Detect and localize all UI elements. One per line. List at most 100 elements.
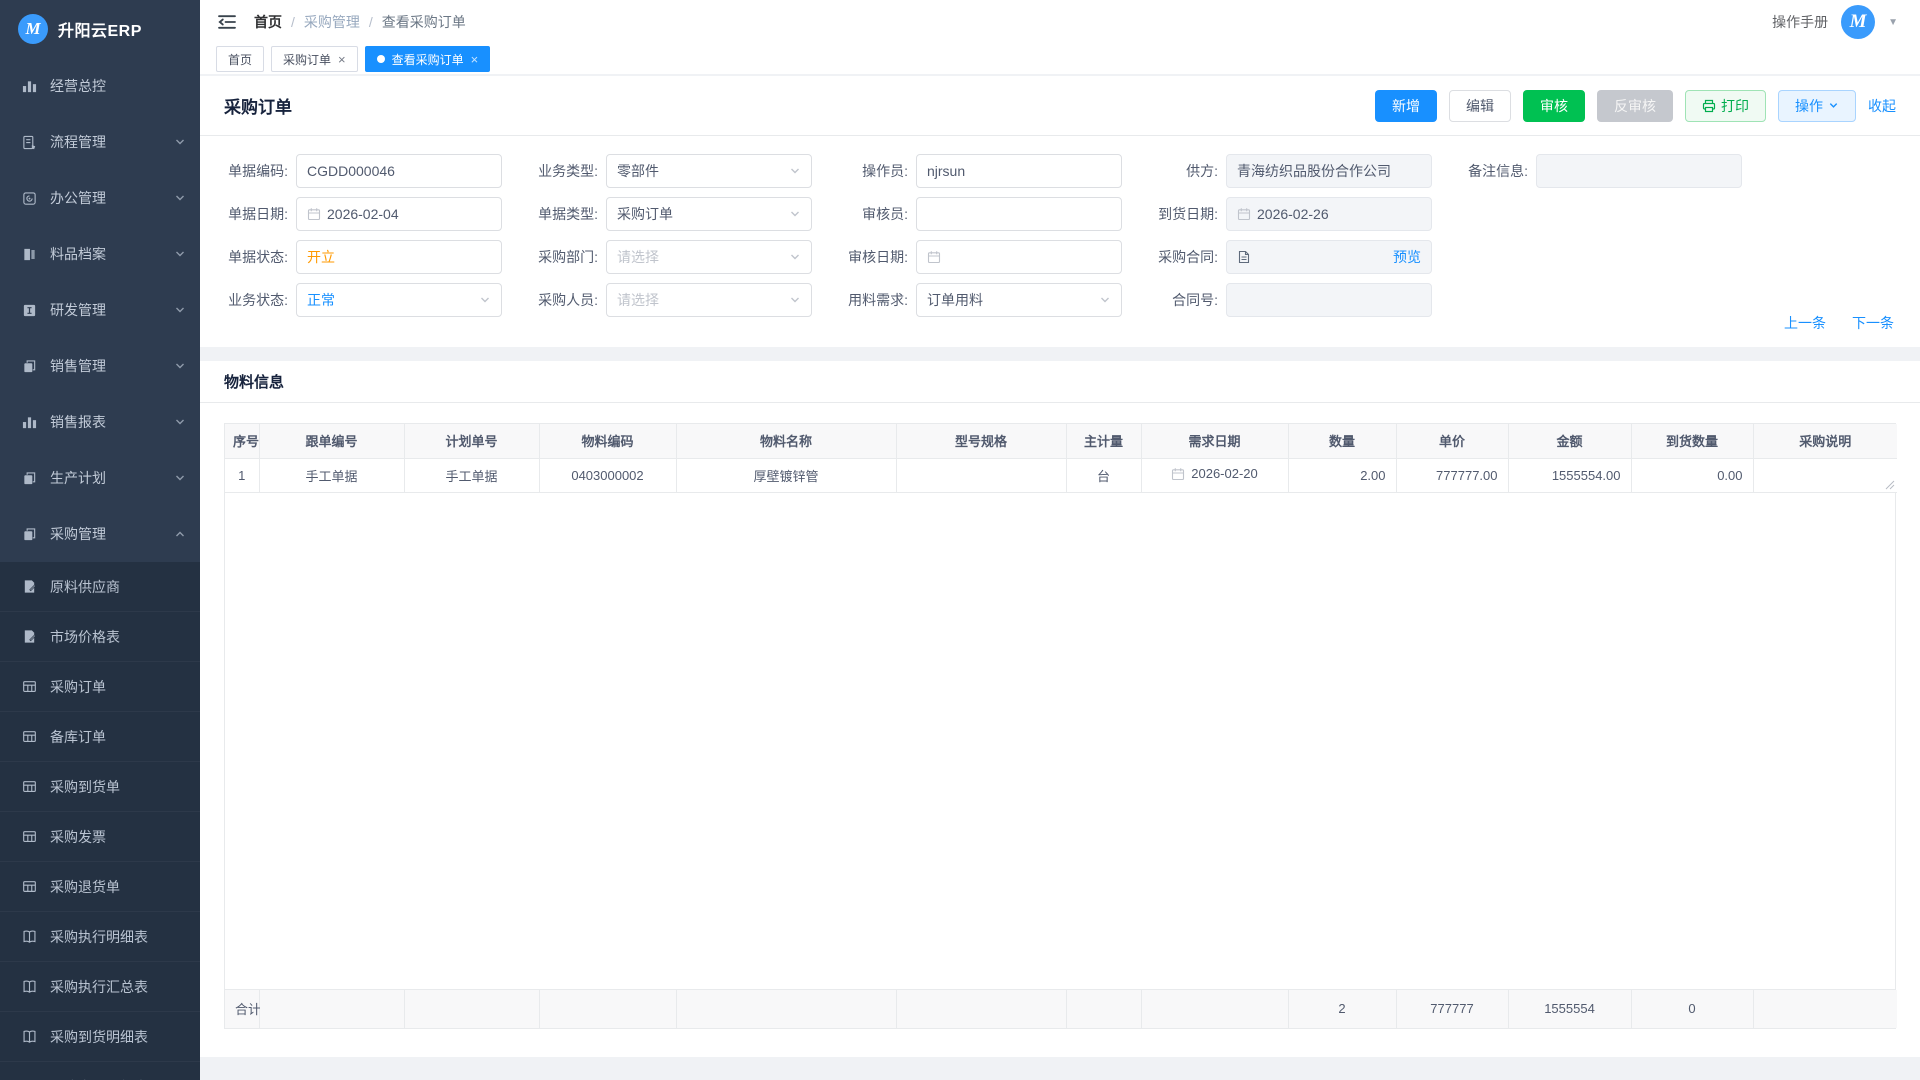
materials-title: 物料信息 xyxy=(200,361,1920,403)
sidebar-item-purchase-return[interactable]: 采购退货单 xyxy=(0,862,200,912)
doc-code-input[interactable]: CGDD000046 xyxy=(296,154,502,188)
audit-date-input[interactable] xyxy=(916,240,1122,274)
close-icon[interactable]: × xyxy=(338,53,346,66)
field-doc-date-label: 单据日期: xyxy=(224,204,296,224)
field-purchase-dept: 采购部门: 请选择 xyxy=(534,240,812,274)
sidebar-item-raw-supplier[interactable]: 原料供应商 xyxy=(0,562,200,612)
arrival-date-input[interactable]: 2026-02-26 xyxy=(1226,197,1432,231)
calendar-icon xyxy=(307,207,321,221)
office-icon xyxy=(21,190,37,206)
table-row[interactable]: 1手工单据手工单据0403000002厚壁镀锌管台2026-02-202.007… xyxy=(225,458,1897,492)
field-doc-code-label: 单据编码: xyxy=(224,161,296,181)
total-cell: 合计 xyxy=(225,990,259,1028)
next-record-link[interactable]: 下一条 xyxy=(1852,313,1894,333)
doc-status-input[interactable]: 开立 xyxy=(296,240,502,274)
cell-seq: 1 xyxy=(225,458,259,492)
prev-record-link[interactable]: 上一条 xyxy=(1784,313,1826,333)
resize-handle-icon[interactable] xyxy=(1885,480,1895,490)
purchase-staff-input[interactable]: 请选择 xyxy=(606,283,812,317)
chevron-down-icon xyxy=(174,136,186,148)
operator-input[interactable]: njrsun xyxy=(916,154,1122,188)
avatar[interactable]: M xyxy=(1841,5,1875,39)
doc-type-input[interactable]: 采购订单 xyxy=(606,197,812,231)
field-material-demand-label: 用料需求: xyxy=(844,290,916,310)
sidebar-item-purchase-exec-detail[interactable]: 采购执行明细表 xyxy=(0,912,200,962)
chevron-down-icon[interactable]: ▼ xyxy=(1888,17,1898,28)
sidebar-item-purchase-exec-summary[interactable]: 采购执行汇总表 xyxy=(0,962,200,1012)
sidebar-item-rd-mgmt[interactable]: 研发管理 xyxy=(0,282,200,338)
doc-date-input[interactable]: 2026-02-04 xyxy=(296,197,502,231)
sidebar-item-purchase-invoice[interactable]: 采购发票 xyxy=(0,812,200,862)
sidebar-item-market-price[interactable]: 市场价格表 xyxy=(0,612,200,662)
sidebar-item-purchase-arrival[interactable]: 采购到货单 xyxy=(0,762,200,812)
document-icon xyxy=(1237,250,1251,264)
calendar-icon xyxy=(1237,207,1251,221)
breadcrumb-separator: / xyxy=(369,14,373,30)
biz-type-input[interactable]: 零部件 xyxy=(606,154,812,188)
total-cell xyxy=(1753,990,1897,1028)
sidebar-item-ops-dashboard[interactable]: 经营总控 xyxy=(0,58,200,114)
field-biz-type-label: 业务类型: xyxy=(534,161,606,181)
book-icon xyxy=(21,1029,37,1045)
auditor-input[interactable] xyxy=(916,197,1122,231)
manual-link[interactable]: 操作手册 xyxy=(1772,12,1828,32)
biz-status-input[interactable]: 正常 xyxy=(296,283,502,317)
sidebar-item-sales-mgmt[interactable]: 销售管理 xyxy=(0,338,200,394)
sidebar-item-process-mgmt[interactable]: 流程管理 xyxy=(0,114,200,170)
add-button[interactable]: 新增 xyxy=(1375,90,1437,122)
chart-icon xyxy=(21,78,37,94)
sidebar-item-material-archive[interactable]: 料品档案 xyxy=(0,226,200,282)
close-icon[interactable]: × xyxy=(471,53,479,66)
chevron-down-icon xyxy=(789,165,801,177)
total-cell xyxy=(896,990,1066,1028)
chevron-down-icon xyxy=(789,294,801,306)
total-cell: 1555554 xyxy=(1508,990,1631,1028)
audit-button[interactable]: 审核 xyxy=(1523,90,1585,122)
field-auditor-label: 审核员: xyxy=(844,204,916,224)
breadcrumb: 首页/采购管理/查看采购订单 xyxy=(254,12,466,32)
col-header: 计划单号 xyxy=(404,424,539,458)
sidebar-item-production-plan[interactable]: 生产计划 xyxy=(0,450,200,506)
sidebar-item-sales-report[interactable]: 销售报表 xyxy=(0,394,200,450)
material-demand-input[interactable]: 订单用料 xyxy=(916,283,1122,317)
cell-qty: 2.00 xyxy=(1288,458,1396,492)
total-cell xyxy=(539,990,676,1028)
tab-view-purchase-order[interactable]: 查看采购订单 × xyxy=(365,46,491,72)
sidebar-item-purchase-mgmt[interactable]: 采购管理 xyxy=(0,506,200,562)
actions-button[interactable]: 操作 xyxy=(1778,90,1856,122)
print-button[interactable]: 打印 xyxy=(1685,90,1766,122)
breadcrumb-item[interactable]: 首页 xyxy=(254,12,282,32)
table-total-row: 合计277777715555540 xyxy=(225,990,1897,1028)
sidebar-item-purchase-arrival-detail[interactable]: 采购到货明细表 xyxy=(0,1012,200,1062)
edit-button[interactable]: 编辑 xyxy=(1449,90,1511,122)
purchase-dept-input[interactable]: 请选择 xyxy=(606,240,812,274)
supplier-input[interactable]: 青海纺织品股份合作公司 xyxy=(1226,154,1432,188)
field-supplier: 供方: 青海纺织品股份合作公司 xyxy=(1154,154,1432,188)
app-logo: M 升阳云ERP xyxy=(0,0,200,58)
remark-input[interactable] xyxy=(1536,154,1742,188)
sidebar-submenu: 原料供应商 市场价格表 采购订单 备库订单 采购到货单 采购发票 采购退货单 xyxy=(0,562,200,1080)
sidebar-item-stock-order[interactable]: 备库订单 xyxy=(0,712,200,762)
breadcrumb-item: 查看采购订单 xyxy=(382,12,466,32)
chevron-down-icon xyxy=(174,248,186,260)
sidebar-item-purchase-order[interactable]: 采购订单 xyxy=(0,662,200,712)
purchase-contract-input[interactable]: 预览 xyxy=(1226,240,1432,274)
total-cell xyxy=(259,990,404,1028)
chevron-down-icon xyxy=(174,192,186,204)
collapse-sidebar-icon[interactable] xyxy=(216,11,238,33)
col-header: 数量 xyxy=(1288,424,1396,458)
report-icon xyxy=(21,414,37,430)
sidebar-item-purchase-invoice-detail[interactable]: 采购发票明细表 xyxy=(0,1062,200,1080)
chevron-down-icon xyxy=(174,472,186,484)
col-header: 型号规格 xyxy=(896,424,1066,458)
grid-icon xyxy=(21,829,37,845)
preview-link[interactable]: 预览 xyxy=(1393,247,1421,267)
sidebar-menu: 经营总控 流程管理 办公管理 料品档案 研发管理 销售管理 xyxy=(0,58,200,1080)
tab-purchase-order[interactable]: 采购订单 × xyxy=(271,46,358,72)
sidebar-item-office-mgmt[interactable]: 办公管理 xyxy=(0,170,200,226)
tab-home[interactable]: 首页 xyxy=(216,46,264,72)
contract-no-input[interactable] xyxy=(1226,283,1432,317)
field-arrival-date-label: 到货日期: xyxy=(1154,204,1226,224)
field-doc-code: 单据编码: CGDD000046 xyxy=(224,154,502,188)
collapse-panel-link[interactable]: 收起 xyxy=(1868,96,1896,116)
